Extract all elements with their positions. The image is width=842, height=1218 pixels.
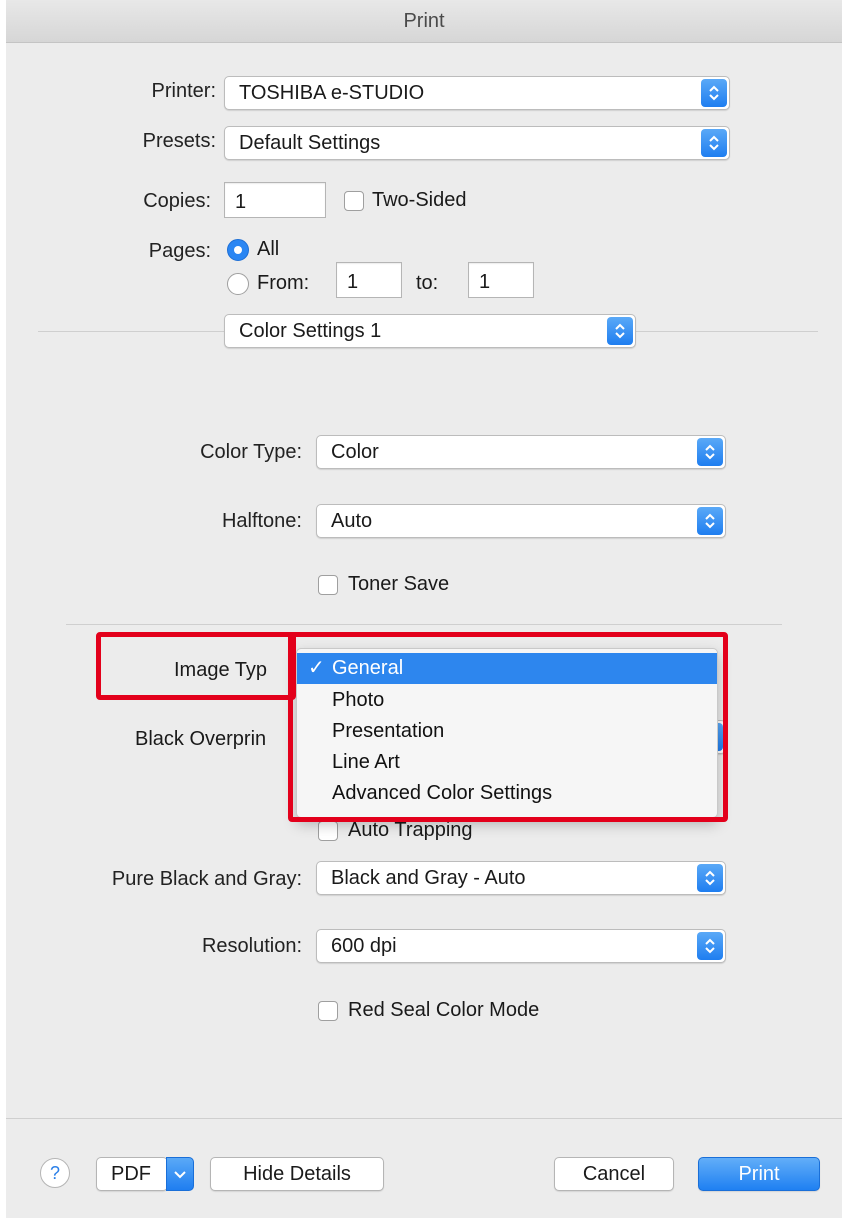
presets-popup[interactable]: Default Settings (224, 126, 730, 160)
pages-to-field[interactable]: 1 (468, 262, 534, 298)
chevron-updown-icon (697, 438, 723, 466)
cancel-button[interactable]: Cancel (554, 1157, 674, 1191)
pages-all-radio[interactable] (227, 239, 249, 261)
pages-from-label: From: (257, 272, 310, 294)
auto-trapping-label: Auto Trapping (348, 819, 473, 841)
auto-trapping-checkbox[interactable] (318, 821, 338, 841)
presets-label: Presets: (142, 130, 216, 152)
pure-black-gray-popup[interactable]: Black and Gray - Auto (316, 861, 726, 895)
hide-details-button[interactable]: Hide Details (210, 1157, 384, 1191)
pages-from-radio[interactable] (227, 273, 249, 295)
resolution-value: 600 dpi (331, 935, 397, 957)
panel-value: Color Settings 1 (239, 320, 382, 342)
print-dialog: Print Printer: TOSHIBA e-STUDIO Presets:… (6, 0, 842, 1218)
printer-label: Printer: (151, 80, 216, 102)
color-type-value: Color (331, 441, 379, 463)
printer-popup[interactable]: TOSHIBA e-STUDIO (224, 76, 730, 110)
halftone-popup[interactable]: Auto (316, 504, 726, 538)
halftone-label: Halftone: (221, 510, 302, 532)
two-sided-checkbox[interactable] (344, 191, 364, 211)
pdf-label: PDF (111, 1163, 151, 1185)
chevron-updown-icon (697, 932, 723, 960)
chevron-updown-icon (697, 864, 723, 892)
help-button[interactable]: ? (40, 1158, 70, 1188)
resolution-popup[interactable]: 600 dpi (316, 929, 726, 963)
pages-from-field[interactable]: 1 (336, 262, 402, 298)
pdf-button[interactable]: PDF (96, 1157, 168, 1191)
highlight-box-menu (288, 632, 728, 822)
chevron-updown-icon (607, 317, 633, 345)
separator (66, 624, 782, 625)
halftone-value: Auto (331, 510, 373, 532)
pages-all-label: All (257, 238, 280, 260)
pages-to-value: 1 (479, 271, 491, 293)
red-seal-checkbox[interactable] (318, 1001, 338, 1021)
chevron-updown-icon (701, 79, 727, 107)
pages-from-value: 1 (347, 271, 359, 293)
color-type-label: Color Type: (200, 441, 302, 463)
toner-save-checkbox[interactable] (318, 575, 338, 595)
separator (6, 1118, 842, 1119)
highlight-box-label (96, 632, 296, 700)
pure-black-gray-label: Pure Black and Gray: (111, 868, 302, 890)
window-title: Print (6, 0, 842, 43)
chevron-down-icon (174, 1171, 186, 1179)
chevron-updown-icon (701, 129, 727, 157)
pages-label: Pages: (148, 240, 211, 262)
pdf-dropdown-button[interactable] (166, 1157, 194, 1191)
copies-field[interactable]: 1 (224, 182, 326, 218)
copies-label: Copies: (143, 190, 211, 212)
print-button[interactable]: Print (698, 1157, 820, 1191)
toner-save-label: Toner Save (348, 573, 450, 595)
red-seal-label: Red Seal Color Mode (348, 999, 540, 1021)
chevron-updown-icon (697, 507, 723, 535)
black-overprint-label: Black Overprin (135, 728, 267, 750)
copies-value: 1 (235, 191, 247, 213)
resolution-label: Resolution: (201, 935, 302, 957)
two-sided-label: Two-Sided (372, 189, 467, 211)
pure-black-gray-value: Black and Gray - Auto (331, 867, 526, 889)
panel-popup[interactable]: Color Settings 1 (224, 314, 636, 348)
color-type-popup[interactable]: Color (316, 435, 726, 469)
printer-value: TOSHIBA e-STUDIO (239, 82, 425, 104)
presets-value: Default Settings (239, 132, 381, 154)
pages-to-label: to: (416, 272, 439, 294)
